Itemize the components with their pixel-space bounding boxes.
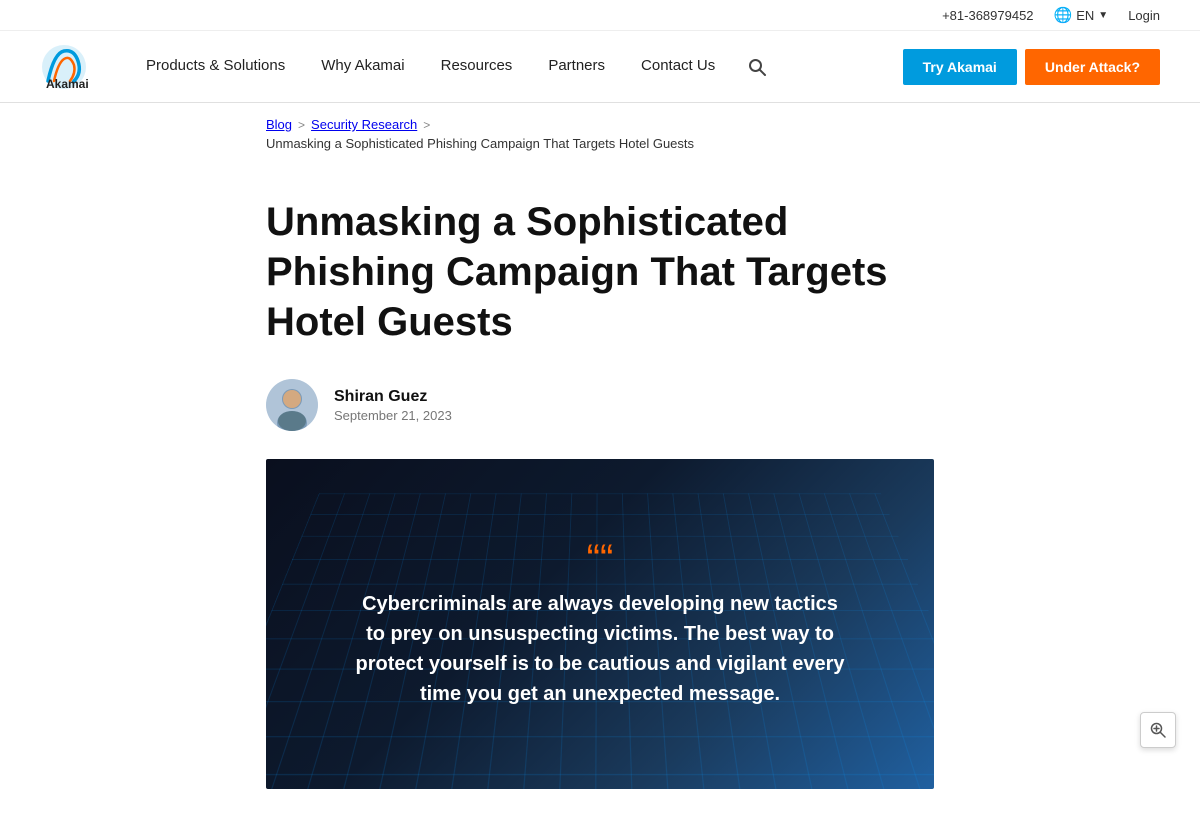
author-row: Shiran Guez September 21, 2023 bbox=[266, 379, 1160, 431]
zoom-button[interactable] bbox=[1140, 712, 1176, 748]
nav-products-solutions[interactable]: Products & Solutions bbox=[128, 31, 303, 103]
breadcrumb-security-research[interactable]: Security Research bbox=[311, 117, 417, 132]
search-button[interactable] bbox=[741, 51, 773, 83]
author-name: Shiran Guez bbox=[334, 388, 452, 406]
globe-icon: 🌐 bbox=[1054, 6, 1073, 24]
header-cta-buttons: Try Akamai Under Attack? bbox=[903, 49, 1160, 85]
nav-resources[interactable]: Resources bbox=[423, 31, 531, 103]
zoom-icon bbox=[1149, 721, 1167, 739]
breadcrumb: Blog > Security Research > Unmasking a S… bbox=[0, 103, 1200, 157]
under-attack-button[interactable]: Under Attack? bbox=[1025, 49, 1160, 85]
breadcrumb-blog[interactable]: Blog bbox=[266, 117, 292, 132]
avatar-image bbox=[266, 379, 318, 431]
quote-mark-icon: ““ bbox=[350, 539, 850, 579]
nav-contact-us[interactable]: Contact Us bbox=[623, 31, 733, 103]
main-nav: Products & Solutions Why Akamai Resource… bbox=[128, 31, 903, 103]
header-main: Akamai Products & Solutions Why Akamai R… bbox=[0, 31, 1200, 103]
phone-number[interactable]: +81-368979452 bbox=[942, 8, 1033, 23]
search-icon bbox=[747, 57, 767, 77]
akamai-logo-icon: Akamai bbox=[40, 43, 88, 91]
main-content: Unmasking a Sophisticated Phishing Campa… bbox=[0, 157, 1200, 829]
author-avatar bbox=[266, 379, 318, 431]
language-label: EN bbox=[1076, 8, 1094, 23]
breadcrumb-sep-2: > bbox=[423, 118, 430, 132]
hero-image: ““ Cybercriminals are always developing … bbox=[266, 459, 934, 789]
breadcrumb-current-page: Unmasking a Sophisticated Phishing Campa… bbox=[266, 136, 1160, 151]
chevron-down-icon: ▼ bbox=[1098, 10, 1108, 21]
breadcrumb-sep-1: > bbox=[298, 118, 305, 132]
author-date: September 21, 2023 bbox=[334, 408, 452, 423]
hero-quote-text: Cybercriminals are always developing new… bbox=[350, 589, 850, 709]
login-link[interactable]: Login bbox=[1128, 8, 1160, 23]
language-selector[interactable]: 🌐 EN ▼ bbox=[1054, 6, 1109, 24]
header-topbar: +81-368979452 🌐 EN ▼ Login bbox=[0, 0, 1200, 31]
svg-text:Akamai: Akamai bbox=[46, 77, 88, 91]
try-akamai-button[interactable]: Try Akamai bbox=[903, 49, 1017, 85]
hero-text-block: ““ Cybercriminals are always developing … bbox=[310, 519, 890, 729]
nav-partners[interactable]: Partners bbox=[530, 31, 623, 103]
author-info: Shiran Guez September 21, 2023 bbox=[334, 388, 452, 423]
logo[interactable]: Akamai bbox=[40, 43, 88, 91]
nav-why-akamai[interactable]: Why Akamai bbox=[303, 31, 422, 103]
article-title: Unmasking a Sophisticated Phishing Campa… bbox=[266, 197, 966, 347]
